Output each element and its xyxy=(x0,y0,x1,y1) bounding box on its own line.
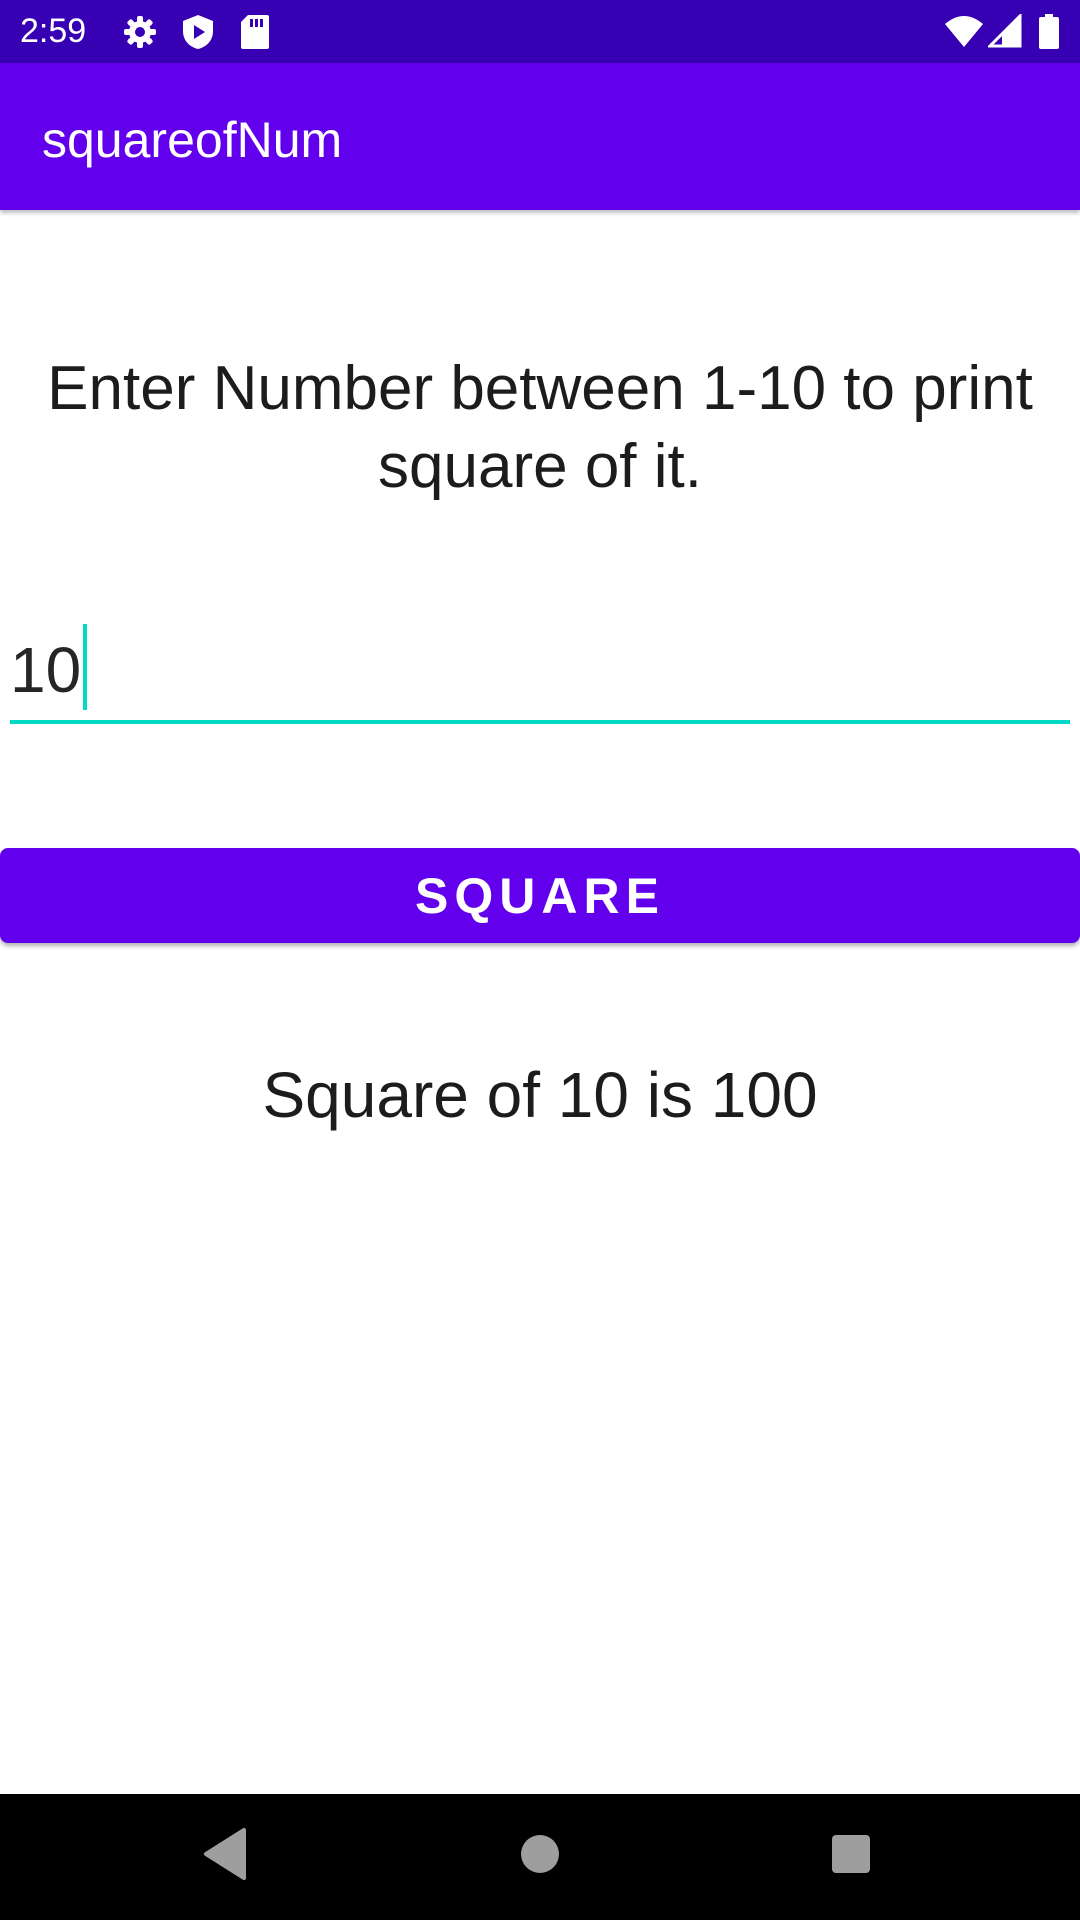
status-bar: 2:59 xyxy=(0,0,1080,63)
home-icon[interactable] xyxy=(515,1824,565,1884)
wifi-icon xyxy=(945,16,983,47)
signal-icon xyxy=(988,14,1022,48)
shield-icon xyxy=(183,15,213,49)
navigation-bar xyxy=(0,1794,1080,1920)
result-text: Square of 10 is 100 xyxy=(262,1059,818,1131)
text-cursor xyxy=(83,624,87,710)
recents-icon[interactable] xyxy=(826,1824,876,1884)
gear-icon xyxy=(124,16,156,48)
app-bar: squareofNum xyxy=(0,63,1080,210)
status-time: 2:59 xyxy=(20,12,87,50)
battery-icon xyxy=(1039,14,1059,49)
square-button[interactable]: SQUARE xyxy=(0,848,1080,943)
sd-card-icon xyxy=(241,15,269,49)
app-title: squareofNum xyxy=(42,112,343,168)
instruction-text: Enter Number between 1-10 to print squar… xyxy=(47,354,1033,501)
back-icon[interactable] xyxy=(200,1824,250,1884)
number-input[interactable] xyxy=(10,620,1070,724)
